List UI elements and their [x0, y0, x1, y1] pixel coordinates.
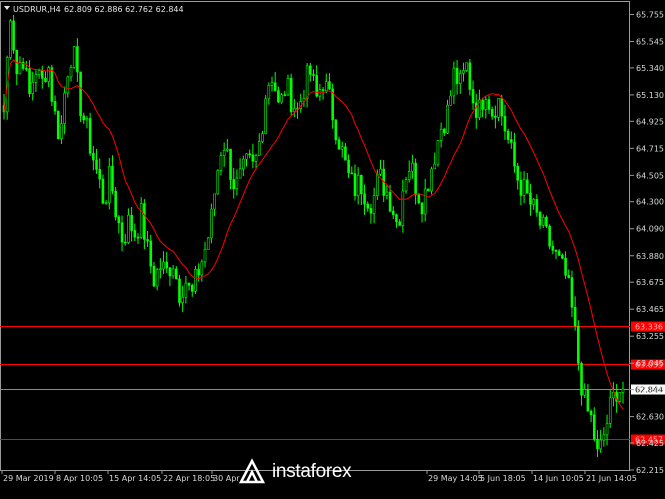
candle: [577, 320, 580, 371]
y-tick-label: 65.755: [636, 11, 664, 20]
y-tick-label: 62.840: [636, 386, 664, 395]
candle: [465, 62, 468, 72]
candle: [72, 46, 76, 69]
y-tick-label: 64.925: [636, 117, 664, 126]
y-tick-label: 62.425: [636, 439, 664, 448]
x-tick-label: 30 Apr: [213, 474, 240, 483]
candle: [427, 188, 430, 192]
candle: [545, 215, 548, 228]
candle: [216, 169, 220, 195]
y-tick-label: 65.130: [636, 91, 664, 100]
y-tick-label: 63.045: [636, 359, 664, 368]
x-tick-label: 14 Jun 10:05: [533, 474, 584, 483]
y-tick-label: 64.300: [636, 198, 664, 207]
level-tag-label: 63.336: [635, 323, 663, 332]
y-tick-label: 63.465: [636, 305, 664, 314]
x-tick-label: 29 May 14:05: [428, 474, 483, 483]
watermark-text: instaforex: [272, 461, 352, 482]
candle: [206, 236, 210, 250]
x-tick-label: 21 Jun 14:05: [586, 474, 637, 483]
y-tick-label: 64.505: [636, 171, 664, 180]
candle: [210, 203, 213, 244]
symbol-label: USDRUR,H4: [13, 5, 61, 14]
y-tick-label: 62.630: [636, 413, 664, 422]
y-tick-label: 63.880: [636, 252, 664, 261]
candle: [79, 71, 82, 123]
candle: [289, 73, 293, 116]
candle: [430, 166, 433, 195]
x-tick-label: 5 Jun 18:05: [480, 474, 526, 483]
candle: [101, 174, 105, 205]
candle: [178, 274, 181, 307]
y-tick-label: 64.090: [636, 225, 664, 234]
candle: [114, 186, 117, 221]
candle: [88, 112, 92, 157]
x-tick-label: 22 Apr 18:05: [163, 474, 215, 483]
chart-header: USDRUR,H4 62.809 62.886 62.762 62.844: [4, 5, 184, 14]
candle: [12, 14, 15, 54]
price-chart[interactable]: 63.33663.03562.45762.844 65.75565.54565.…: [0, 0, 665, 499]
candle: [9, 18, 12, 60]
candle: [548, 224, 551, 250]
chart-background: [0, 0, 665, 499]
x-tick-label: 8 Apr 10:05: [56, 474, 103, 483]
candle: [417, 193, 421, 205]
candle: [618, 392, 622, 403]
y-tick-label: 62.215: [636, 466, 664, 475]
y-tick-label: 63.675: [636, 278, 664, 287]
candle: [139, 197, 143, 239]
y-tick-label: 63.255: [636, 332, 664, 341]
candle: [56, 110, 60, 140]
y-tick-label: 65.545: [636, 38, 664, 47]
candle: [497, 98, 500, 122]
instaforex-watermark: instaforex: [238, 458, 398, 486]
candle: [264, 95, 267, 135]
y-tick-label: 64.715: [636, 144, 664, 153]
candle: [280, 93, 283, 104]
instaforex-logo-icon: [238, 458, 266, 484]
x-tick-label: 29 Mar 2019: [3, 474, 54, 483]
x-tick-label: 15 Apr 14:05: [109, 474, 161, 483]
candle: [194, 265, 197, 295]
ohlc-label: 62.809 62.886 62.762 62.844: [64, 5, 184, 14]
y-tick-label: 65.340: [636, 64, 664, 73]
candle: [436, 140, 440, 167]
